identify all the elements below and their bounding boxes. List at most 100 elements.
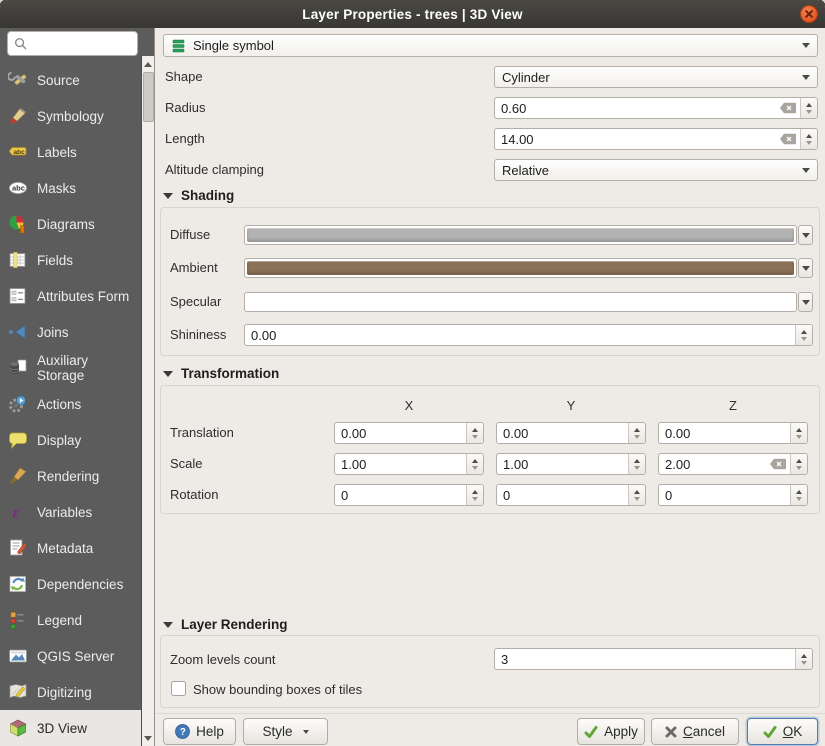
spin-buttons[interactable] — [466, 485, 483, 505]
translation-y-input[interactable] — [497, 426, 628, 441]
scale-y-input[interactable] — [497, 457, 628, 472]
spin-buttons[interactable] — [795, 649, 812, 669]
svg-text:abc: abc — [14, 149, 26, 156]
cancel-button[interactable]: Cancel — [651, 718, 739, 745]
shape-combo[interactable]: Cylinder — [494, 66, 818, 88]
rotation-z-input[interactable] — [659, 488, 790, 503]
sidebar-item-metadata[interactable]: Metadata — [0, 530, 141, 566]
sidebar-item-label: Dependencies — [37, 577, 133, 592]
sidebar-item-digitizing[interactable]: Digitizing — [0, 674, 141, 710]
auxiliary-storage-icon — [8, 358, 28, 378]
specular-label: Specular — [170, 294, 221, 309]
spin-buttons[interactable] — [800, 98, 817, 118]
show-bounding-boxes-checkbox[interactable] — [171, 681, 186, 696]
sidebar-item-attributes-form[interactable]: Attributes Form — [0, 278, 141, 314]
layer-rendering-title: Layer Rendering — [181, 617, 288, 632]
ok-check-icon — [763, 725, 777, 739]
sidebar-item-actions[interactable]: Actions — [0, 386, 141, 422]
sidebar-item-legend[interactable]: Legend — [0, 602, 141, 638]
layer-rendering-section-header[interactable]: Layer Rendering — [163, 617, 288, 632]
rotation-y-spinbox — [496, 484, 646, 506]
shading-section-header[interactable]: Shading — [163, 188, 234, 203]
layer-rendering-groupbox — [160, 635, 820, 708]
sidebar-item-fields[interactable]: Fields — [0, 242, 141, 278]
altitude-clamping-combo[interactable]: Relative — [494, 159, 818, 181]
collapse-triangle-icon — [163, 371, 173, 377]
translation-y-spinbox — [496, 422, 646, 444]
transformation-section-header[interactable]: Transformation — [163, 366, 279, 381]
sidebar-item-labels[interactable]: abc Labels — [0, 134, 141, 170]
chevron-down-icon — [802, 233, 810, 238]
sidebar-item-source[interactable]: Source — [0, 62, 141, 98]
spin-buttons[interactable] — [800, 129, 817, 149]
sidebar-item-joins[interactable]: Joins — [0, 314, 141, 350]
diffuse-color-dropdown[interactable] — [798, 225, 813, 245]
rotation-x-input[interactable] — [335, 488, 466, 503]
renderer-combo[interactable]: Single symbol — [163, 34, 818, 57]
style-button[interactable]: Style — [243, 718, 328, 745]
sidebar-item-variables[interactable]: ε Variables — [0, 494, 141, 530]
specular-color-swatch — [247, 295, 794, 309]
scrollbar-thumb[interactable] — [143, 72, 154, 122]
chevron-down-icon — [802, 43, 810, 48]
sidebar-item-masks[interactable]: abc Masks — [0, 170, 141, 206]
sidebar-item-dependencies[interactable]: Dependencies — [0, 566, 141, 602]
translation-x-input[interactable] — [335, 426, 466, 441]
ok-button[interactable]: OK — [747, 718, 818, 745]
sidebar-item-symbology[interactable]: Symbology — [0, 98, 141, 134]
clear-icon[interactable] — [779, 102, 797, 114]
translation-label: Translation — [170, 425, 234, 440]
help-button[interactable]: ? Help — [163, 718, 236, 745]
spin-buttons[interactable] — [790, 454, 807, 474]
dependencies-icon — [8, 574, 28, 594]
spin-buttons[interactable] — [790, 423, 807, 443]
sidebar-scrollbar[interactable] — [141, 56, 154, 746]
clear-icon[interactable] — [779, 133, 797, 145]
scroll-up-icon[interactable] — [142, 57, 154, 71]
sidebar-item-display[interactable]: Display — [0, 422, 141, 458]
search-input[interactable] — [32, 35, 137, 52]
spin-buttons[interactable] — [466, 454, 483, 474]
ambient-color-button[interactable] — [244, 258, 797, 278]
translation-z-input[interactable] — [659, 426, 790, 441]
apply-button[interactable]: Apply — [577, 718, 645, 745]
diffuse-color-button[interactable] — [244, 225, 797, 245]
chevron-down-icon — [303, 730, 309, 734]
sidebar-item-3d-view[interactable]: 3D View — [0, 710, 141, 746]
sidebar-item-qgis-server[interactable]: QGIS Server — [0, 638, 141, 674]
3d-view-icon — [8, 718, 28, 738]
rotation-label: Rotation — [170, 487, 218, 502]
attributes-form-icon — [8, 286, 28, 306]
sidebar-item-auxiliary-storage[interactable]: Auxiliary Storage — [0, 350, 141, 386]
window-title: Layer Properties - trees | 3D View — [302, 7, 522, 22]
translation-x-spinbox — [334, 422, 484, 444]
rotation-y-input[interactable] — [497, 488, 628, 503]
length-input[interactable] — [495, 132, 779, 147]
titlebar[interactable]: Layer Properties - trees | 3D View — [0, 0, 825, 28]
sidebar-item-label: Source — [37, 73, 133, 88]
radius-input[interactable] — [495, 101, 779, 116]
sidebar-search[interactable] — [7, 31, 138, 56]
zoom-levels-input[interactable] — [495, 652, 795, 667]
help-icon: ? — [175, 724, 190, 739]
spin-buttons[interactable] — [790, 485, 807, 505]
sidebar-item-label: QGIS Server — [37, 649, 133, 664]
spin-buttons[interactable] — [628, 454, 645, 474]
spin-buttons[interactable] — [628, 423, 645, 443]
spin-buttons[interactable] — [795, 325, 812, 345]
spin-buttons[interactable] — [628, 485, 645, 505]
ambient-color-dropdown[interactable] — [798, 258, 813, 278]
close-button[interactable] — [800, 5, 818, 23]
scale-x-input[interactable] — [335, 457, 466, 472]
clear-icon[interactable] — [769, 458, 787, 470]
sidebar-item-diagrams[interactable]: Diagrams — [0, 206, 141, 242]
scroll-down-icon[interactable] — [142, 731, 154, 745]
sidebar-item-label: Actions — [37, 397, 133, 412]
scale-z-input[interactable] — [659, 457, 769, 472]
spin-buttons[interactable] — [466, 423, 483, 443]
shininess-input[interactable] — [245, 328, 795, 343]
specular-color-dropdown[interactable] — [798, 292, 813, 312]
rotation-x-spinbox — [334, 484, 484, 506]
sidebar-item-rendering[interactable]: Rendering — [0, 458, 141, 494]
specular-color-button[interactable] — [244, 292, 797, 312]
